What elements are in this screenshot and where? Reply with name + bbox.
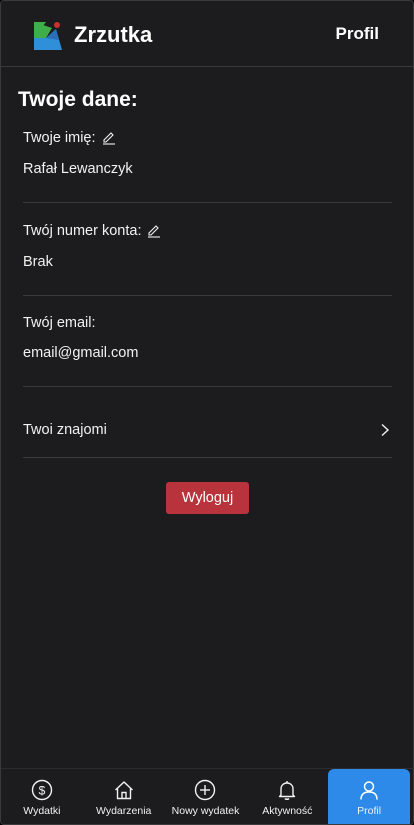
home-icon <box>114 781 133 800</box>
nav-label-expenses: Wydatki <box>23 805 61 817</box>
logout-button[interactable]: Wyloguj <box>166 482 249 514</box>
svg-text:$: $ <box>39 784 46 798</box>
friends-link[interactable]: Twoi znajomi <box>23 411 392 449</box>
divider <box>23 457 392 458</box>
nav-label-activity: Aktywność <box>262 805 313 817</box>
name-value: Rafał Lewanczyk <box>23 161 133 177</box>
page-title: Twoje dane: <box>18 88 138 111</box>
plus-circle-icon <box>195 779 216 801</box>
divider <box>23 202 392 203</box>
nav-label-events: Wydarzenia <box>96 805 152 817</box>
nav-label-profile: Profil <box>357 805 382 817</box>
name-label-text: Twoje imię: <box>23 130 96 146</box>
nav-item-events[interactable]: Wydarzenia <box>83 769 165 824</box>
account-label-text: Twój numer konta: <box>23 223 142 239</box>
edit-name-icon[interactable] <box>102 131 116 145</box>
bell-icon <box>279 781 296 800</box>
edit-account-icon[interactable] <box>147 224 161 238</box>
header-title: Profil <box>335 24 379 43</box>
nav-item-new-expense[interactable]: Nowy wydatek <box>165 769 247 824</box>
chevron-right-icon <box>381 423 390 437</box>
account-field-label: Twój numer konta: <box>23 222 161 240</box>
app-logo-icon <box>34 22 62 50</box>
app-name: Zrzutka <box>74 22 153 47</box>
user-icon <box>360 781 378 800</box>
dollar-circle-icon: $ <box>31 779 53 801</box>
bottom-nav: $ Wydatki Wydarzenia Nowy wydatek Aktywn… <box>1 768 413 824</box>
friends-label: Twoi znajomi <box>23 422 107 438</box>
top-bar: Zrzutka Profil <box>1 1 413 67</box>
nav-item-profile[interactable]: Profil <box>328 769 410 824</box>
divider <box>23 295 392 296</box>
divider <box>23 386 392 387</box>
app-frame: Zrzutka Profil Twoje dane: Twoje imię: R… <box>0 0 414 825</box>
nav-item-expenses[interactable]: $ Wydatki <box>1 769 83 824</box>
nav-label-new-expense: Nowy wydatek <box>171 805 240 817</box>
name-field-label: Twoje imię: <box>23 129 116 147</box>
nav-item-activity[interactable]: Aktywność <box>246 769 328 824</box>
account-value: Brak <box>23 254 53 270</box>
email-field-label: Twój email: <box>23 314 96 332</box>
email-label-text: Twój email: <box>23 315 96 331</box>
email-value: email@gmail.com <box>23 345 139 361</box>
